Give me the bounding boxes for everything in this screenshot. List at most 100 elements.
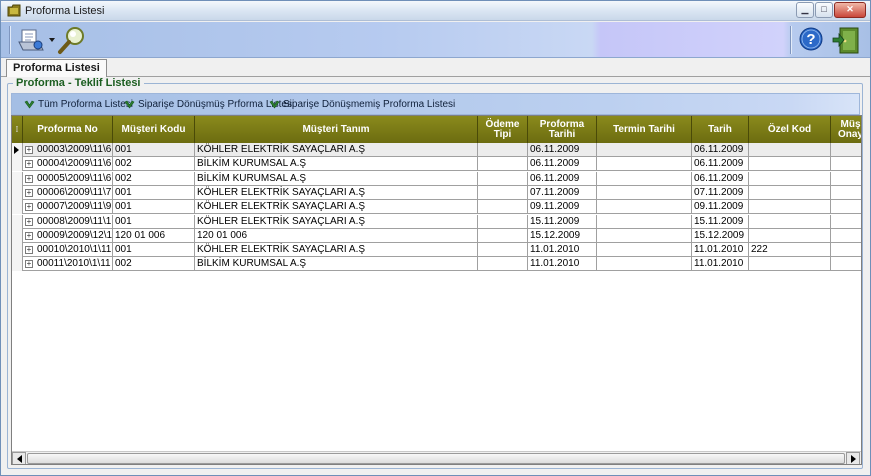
cell-musteri-onay[interactable] [831,143,861,157]
cell-musteri-tanim[interactable]: BİLKİM KURUMSAL A.Ş [195,257,478,272]
cell-tarih[interactable]: 07.11.2009 [692,185,749,200]
cell-musteri-onay[interactable] [831,157,861,171]
table-row[interactable]: 00007\2009\11\9 001 KÖHLER ELEKTRİK SAYAÇL… [12,200,861,215]
cell-ozel-kod[interactable] [749,143,831,157]
cell-odeme-tipi[interactable] [478,157,528,172]
table-row[interactable]: 00009\2009\12\1 120 01 006 120 01 006 15.12… [12,228,861,243]
printer-open-icon[interactable] [17,26,47,54]
cell-proforma-tarihi[interactable]: 15.11.2009 [528,214,597,229]
cell-odeme-tipi[interactable] [478,228,528,243]
cell-musteri-kodu[interactable]: 002 [113,257,195,272]
scroll-left-button[interactable] [12,452,26,464]
table-row[interactable]: 00006\2009\11\7 001 KÖHLER ELEKTRİK SAYAÇL… [12,185,861,200]
cell-tarih[interactable]: 06.11.2009 [692,157,749,172]
expand-row-plus-icon[interactable]: + [25,203,33,212]
cell-musteri-tanim[interactable]: BİLKİM KURUMSAL A.Ş [195,171,478,186]
cell-proforma-tarihi[interactable]: 06.11.2009 [528,157,597,172]
cell-musteri-kodu[interactable]: 001 [113,143,195,157]
cell-termin-tarihi[interactable] [597,143,692,157]
cell-musteri-onay[interactable] [831,186,861,200]
cell-ozel-kod[interactable] [749,257,831,272]
cell-odeme-tipi[interactable] [478,214,528,229]
cell-musteri-tanim[interactable]: 120 01 006 [195,228,478,243]
expand-row-plus-icon[interactable]: + [25,217,33,226]
cell-ozel-kod[interactable]: 222 [749,243,831,258]
cell-musteri-kodu[interactable]: 001 [113,214,195,229]
cell-musteri-kodu[interactable]: 002 [113,171,195,186]
cell-termin-tarihi[interactable] [597,171,692,186]
cell-proforma-tarihi[interactable]: 15.12.2009 [528,228,597,243]
cell-termin-tarihi[interactable] [597,214,692,229]
cell-musteri-kodu[interactable]: 001 [113,185,195,200]
row-indicator[interactable] [12,200,23,215]
help-icon[interactable]: ? [799,27,823,51]
proforma-grid[interactable]: ⁞ Proforma No Müşteri Kodu Müşteri Tanım Öde… [11,115,862,465]
cell-odeme-tipi[interactable] [478,257,528,272]
cell-musteri-tanim[interactable]: KÖHLER ELEKTRİK SAYAÇLARI A.Ş [195,243,478,258]
cell-termin-tarihi[interactable] [597,243,692,258]
cell-tarih[interactable]: 15.12.2009 [692,228,749,243]
chevron-down-icon[interactable] [49,37,55,43]
row-indicator[interactable] [12,228,23,243]
column-header-proforma-tarihi[interactable]: Proforma Tarihi [528,116,597,143]
column-header-tarih[interactable]: Tarih [692,116,749,143]
cell-musteri-kodu[interactable]: 001 [113,243,195,258]
row-indicator[interactable] [12,257,23,272]
cell-proforma-no[interactable]: 00006\2009\11\7 [23,185,113,200]
cell-musteri-kodu[interactable]: 120 01 006 [113,228,195,243]
row-indicator[interactable] [12,143,23,157]
cell-ozel-kod[interactable] [749,157,831,172]
cell-proforma-no[interactable]: 00011\2010\1\11 [23,257,113,272]
column-header-ozel-kod[interactable]: Özel Kod [749,116,831,143]
filter-all-button[interactable]: Tüm Proforma Listesi [24,97,133,112]
column-header-musteri-tanim[interactable]: Müşteri Tanım [195,116,478,143]
cell-ozel-kod[interactable] [749,214,831,229]
expand-row-plus-icon[interactable]: + [25,146,33,154]
cell-proforma-no[interactable]: 00005\2009\11\6 [23,171,113,186]
cell-odeme-tipi[interactable] [478,171,528,186]
cell-proforma-no[interactable]: 00004\2009\11\6 [23,157,113,172]
cell-ozel-kod[interactable] [749,200,831,215]
cell-musteri-tanim[interactable]: KÖHLER ELEKTRİK SAYAÇLARI A.Ş [195,185,478,200]
row-indicator[interactable] [12,185,23,200]
cell-proforma-no[interactable]: 00007\2009\11\9 [23,200,113,215]
tab-proforma-listesi[interactable]: Proforma Listesi [6,59,107,77]
column-header-odeme-tipi[interactable]: Ödeme Tipi [478,116,528,143]
minimize-button[interactable]: ▁ [796,2,814,18]
cell-musteri-tanim[interactable]: KÖHLER ELEKTRİK SAYAÇLARI A.Ş [195,200,478,215]
cell-musteri-onay[interactable] [831,215,861,229]
cell-ozel-kod[interactable] [749,171,831,186]
expand-row-plus-icon[interactable]: + [25,246,33,255]
expand-row-plus-icon[interactable]: + [25,174,33,183]
title-bar[interactable]: Proforma Listesi ▁ □ ✕ [1,1,870,21]
cell-proforma-tarihi[interactable]: 09.11.2009 [528,200,597,215]
cell-musteri-kodu[interactable]: 001 [113,200,195,215]
table-row[interactable]: 00005\2009\11\6 002 BİLKİM KURUMSAL A.Ş 06.… [12,171,861,186]
column-header-termin-tarihi[interactable]: Termin Tarihi [597,116,692,143]
table-row[interactable]: 00004\2009\11\6 002 BİLKİM KURUMSAL A.Ş 06.… [12,157,861,172]
cell-tarih[interactable]: 15.11.2009 [692,214,749,229]
column-chooser-handle[interactable]: ⁞ [12,116,23,143]
cell-odeme-tipi[interactable] [478,200,528,215]
cell-odeme-tipi[interactable] [478,143,528,157]
expand-row-plus-icon[interactable]: + [25,188,33,197]
expand-row-plus-icon[interactable]: + [25,231,33,240]
row-indicator[interactable] [12,243,23,258]
cell-proforma-tarihi[interactable]: 11.01.2010 [528,257,597,272]
cell-tarih[interactable]: 09.11.2009 [692,200,749,215]
cell-termin-tarihi[interactable] [597,157,692,172]
cell-odeme-tipi[interactable] [478,185,528,200]
exit-door-icon[interactable] [831,25,861,55]
cell-proforma-no[interactable]: 00003\2009\11\6 [23,143,113,157]
cell-proforma-tarihi[interactable]: 06.11.2009 [528,171,597,186]
close-button[interactable]: ✕ [834,2,866,18]
cell-ozel-kod[interactable] [749,185,831,200]
magnifier-icon[interactable] [57,25,87,55]
row-indicator[interactable] [12,157,23,172]
table-row[interactable]: 00010\2010\1\11 001 KÖHLER ELEKTRİK SAYAÇL… [12,243,861,258]
cell-musteri-onay[interactable] [831,229,861,243]
cell-termin-tarihi[interactable] [597,257,692,272]
cell-tarih[interactable]: 11.01.2010 [692,243,749,258]
cell-musteri-onay[interactable] [831,243,861,257]
filter-unconverted-button[interactable]: Siparişe Dönüşmemiş Proforma Listesi [269,97,455,112]
